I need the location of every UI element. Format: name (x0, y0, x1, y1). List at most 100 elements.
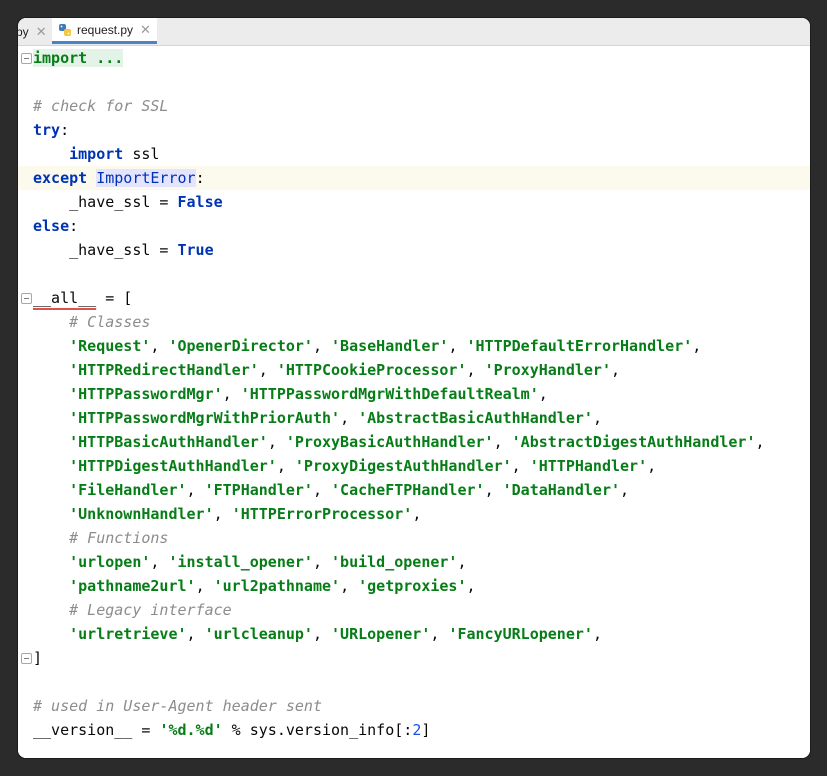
code-token: , (466, 361, 485, 379)
code-line[interactable] (18, 70, 810, 94)
code-text: import ssl (33, 142, 159, 166)
code-line[interactable]: # check for SSL (18, 94, 810, 118)
code-line[interactable]: 'UnknownHandler', 'HTTPErrorProcessor', (18, 502, 810, 526)
code-token: 'AbstractDigestAuthHandler' (511, 433, 756, 451)
close-icon[interactable]: ✕ (36, 24, 47, 40)
code-line[interactable]: else: (18, 214, 810, 238)
code-line[interactable]: 'FileHandler', 'FTPHandler', 'CacheFTPHa… (18, 478, 810, 502)
code-token: 'FancyURLopener' (448, 625, 593, 643)
code-line[interactable]: __all__ = [ (18, 286, 810, 310)
python-file-icon (59, 23, 71, 36)
code-line[interactable]: 'HTTPDigestAuthHandler', 'ProxyDigestAut… (18, 454, 810, 478)
code-token: 'urlretrieve' (69, 625, 187, 643)
code-text: else: (33, 214, 78, 238)
code-text: 'HTTPPasswordMgr', 'HTTPPasswordMgrWithD… (33, 382, 548, 406)
code-line[interactable]: # Classes (18, 310, 810, 334)
code-line[interactable]: ] (18, 646, 810, 670)
code-token: 'HTTPErrorProcessor' (231, 505, 413, 523)
code-text: try: (33, 118, 69, 142)
code-line[interactable]: _have_ssl = False (18, 190, 810, 214)
tab-previous-file[interactable]: py ✕ (18, 18, 47, 45)
code-editor[interactable]: import ... # check for SSL try: import ssl… (18, 46, 810, 758)
code-line[interactable]: 'urlretrieve', 'urlcleanup', 'URLopener'… (18, 622, 810, 646)
code-line[interactable] (18, 262, 810, 286)
code-line[interactable]: 'HTTPRedirectHandler', 'HTTPCookieProces… (18, 358, 810, 382)
code-token: _have_ssl = (33, 241, 178, 259)
code-token: # Functions (69, 529, 169, 547)
code-token: , (430, 625, 449, 643)
tab-request-py[interactable]: request.py ✕ (52, 18, 157, 44)
code-token: 'CacheFTPHandler' (331, 481, 485, 499)
code-token: 'BaseHandler' (331, 337, 449, 355)
code-token: , (186, 481, 205, 499)
code-token: 'url2pathname' (213, 577, 341, 595)
tab-label: request.py (77, 22, 134, 37)
code-token: # Legacy interface (69, 601, 232, 619)
code-token: __all__ (33, 289, 97, 307)
code-token: 'ProxyHandler' (484, 361, 611, 379)
code-token: , (150, 337, 169, 355)
fold-toggle-icon[interactable] (21, 53, 32, 64)
code-token: , (258, 361, 277, 379)
code-text: 'HTTPPasswordMgrWithPriorAuth', 'Abstrac… (33, 406, 602, 430)
code-token: , (448, 337, 467, 355)
code-text: # check for SSL (33, 94, 168, 118)
code-line[interactable]: 'Request', 'OpenerDirector', 'BaseHandle… (18, 334, 810, 358)
code-text: import ... (33, 46, 124, 70)
code-line[interactable]: 'HTTPPasswordMgr', 'HTTPPasswordMgrWithD… (18, 382, 810, 406)
code-token: 'Request' (69, 337, 151, 355)
code-token: , (592, 409, 602, 427)
code-line[interactable]: # Functions (18, 526, 810, 550)
code-line[interactable]: 'HTTPPasswordMgrWithPriorAuth', 'Abstrac… (18, 406, 810, 430)
code-token: __version__ = (33, 721, 160, 739)
code-text: 'urlopen', 'install_opener', 'build_open… (33, 550, 466, 574)
code-token: , (213, 505, 232, 523)
code-token: 'DataHandler' (502, 481, 621, 499)
code-token: , (312, 625, 332, 643)
code-line[interactable]: import ... (18, 46, 810, 70)
code-token: , (493, 433, 512, 451)
code-text: __version__ = '%d.%d' % sys.version_info… (33, 718, 430, 742)
code-line[interactable]: import ssl (18, 142, 810, 166)
close-icon[interactable]: ✕ (140, 22, 151, 38)
code-token: 'FileHandler' (69, 481, 187, 499)
code-token: , (592, 625, 602, 643)
code-token: 'AbstractBasicAuthHandler' (358, 409, 593, 427)
code-line[interactable]: 'pathname2url', 'url2pathname', 'getprox… (18, 574, 810, 598)
code-token: ] (33, 649, 43, 667)
code-token: ssl (123, 145, 160, 163)
code-line[interactable] (18, 670, 810, 694)
code-line[interactable]: __version__ = '%d.%d' % sys.version_info… (18, 718, 810, 742)
code-text: _have_ssl = True (33, 238, 214, 262)
code-line[interactable]: _have_ssl = True (18, 238, 810, 262)
code-token: , (312, 553, 332, 571)
fold-toggle-icon[interactable] (21, 293, 32, 304)
code-line[interactable]: except ImportError: (18, 166, 810, 190)
code-token: 'FTPHandler' (204, 481, 313, 499)
code-text: except ImportError: (33, 166, 205, 190)
code-token: 'HTTPDefaultErrorHandler' (466, 337, 693, 355)
code-token: except (33, 169, 88, 187)
code-token: : (195, 169, 205, 187)
code-token: try (33, 121, 61, 139)
code-line[interactable]: # Legacy interface (18, 598, 810, 622)
code-line[interactable]: # used in User-Agent header sent (18, 694, 810, 718)
code-line[interactable]: try: (18, 118, 810, 142)
code-token: 'HTTPBasicAuthHandler' (69, 433, 268, 451)
code-line[interactable]: 'urlopen', 'install_opener', 'build_open… (18, 550, 810, 574)
code-token: : (69, 217, 79, 235)
code-token: 'ProxyBasicAuthHandler' (285, 433, 494, 451)
tab-label: py (18, 24, 29, 39)
code-text: 'pathname2url', 'url2pathname', 'getprox… (33, 574, 475, 598)
code-line[interactable]: 'HTTPBasicAuthHandler', 'ProxyBasicAuthH… (18, 430, 810, 454)
code-text: 'HTTPDigestAuthHandler', 'ProxyDigestAut… (33, 454, 656, 478)
fold-toggle-icon[interactable] (21, 653, 32, 664)
code-token: True (177, 241, 214, 259)
